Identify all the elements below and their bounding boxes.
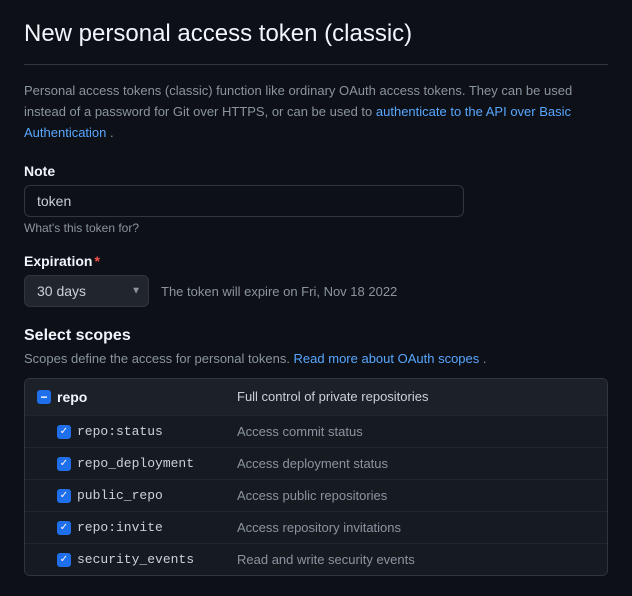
oauth-scopes-link[interactable]: Read more about OAuth scopes — [294, 351, 480, 366]
expiration-select-wrapper: 7 days 30 days 60 days 90 days Custom No… — [24, 275, 149, 307]
scope-row-repo-status: repo:status Access commit status — [25, 416, 607, 448]
scope-description-repo-deployment: Access deployment status — [237, 456, 595, 471]
page-description: Personal access tokens (classic) functio… — [24, 81, 608, 143]
scope-left-repo-deployment: repo_deployment — [37, 456, 237, 471]
scope-name-repo-deployment: repo_deployment — [77, 456, 194, 471]
note-input[interactable] — [24, 185, 464, 217]
scope-name-repo-status: repo:status — [77, 424, 163, 439]
scope-description-repo: Full control of private repositories — [237, 389, 595, 404]
scopes-title: Select scopes — [24, 327, 608, 345]
scopes-description: Scopes define the access for personal to… — [24, 351, 608, 366]
scope-description-repo-status: Access commit status — [237, 424, 595, 439]
scope-name-repo: repo — [57, 389, 87, 405]
scope-row-security-events: security_events Read and write security … — [25, 544, 607, 575]
scope-left-repo: repo — [37, 389, 237, 405]
page-title: New personal access token (classic) — [24, 20, 608, 65]
scope-description-repo-invite: Access repository invitations — [237, 520, 595, 535]
scope-left-public-repo: public_repo — [37, 488, 237, 503]
scope-description-public-repo: Access public repositories — [237, 488, 595, 503]
checkbox-public-repo[interactable] — [57, 489, 71, 503]
scope-left-repo-invite: repo:invite — [37, 520, 237, 535]
checkbox-repo-status[interactable] — [57, 425, 71, 439]
required-indicator: * — [94, 253, 99, 269]
checkbox-security-events[interactable] — [57, 553, 71, 567]
scope-name-security-events: security_events — [77, 552, 194, 567]
scope-left-security-events: security_events — [37, 552, 237, 567]
scopes-section: Select scopes Scopes define the access f… — [24, 327, 608, 576]
note-section: Note What's this token for? — [24, 163, 608, 235]
checkbox-repo-invite[interactable] — [57, 521, 71, 535]
scope-row-public-repo: public_repo Access public repositories — [25, 480, 607, 512]
expiration-row: 7 days 30 days 60 days 90 days Custom No… — [24, 275, 608, 307]
scopes-table: repo Full control of private repositorie… — [24, 378, 608, 576]
note-label: Note — [24, 163, 608, 179]
scope-name-repo-invite: repo:invite — [77, 520, 163, 535]
expiration-select[interactable]: 7 days 30 days 60 days 90 days Custom No… — [24, 275, 149, 307]
expiration-label: Expiration* — [24, 253, 608, 269]
scope-name-public-repo: public_repo — [77, 488, 163, 503]
expiration-note: The token will expire on Fri, Nov 18 202… — [161, 284, 397, 299]
scope-row-repo-deployment: repo_deployment Access deployment status — [25, 448, 607, 480]
scope-left-repo-status: repo:status — [37, 424, 237, 439]
scope-row-repo: repo Full control of private repositorie… — [25, 379, 607, 416]
checkbox-repo[interactable] — [37, 390, 51, 404]
scope-description-security-events: Read and write security events — [237, 552, 595, 567]
note-hint: What's this token for? — [24, 221, 608, 235]
checkbox-repo-deployment[interactable] — [57, 457, 71, 471]
expiration-section: Expiration* 7 days 30 days 60 days 90 da… — [24, 253, 608, 307]
scope-row-repo-invite: repo:invite Access repository invitation… — [25, 512, 607, 544]
